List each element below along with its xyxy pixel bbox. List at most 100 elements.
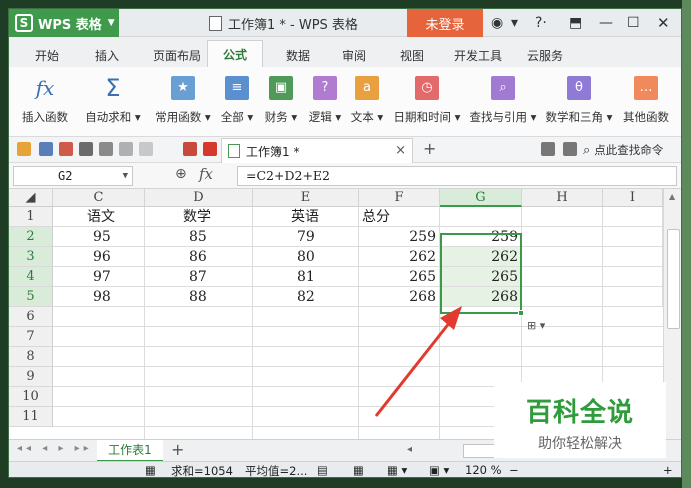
scroll-thumb[interactable]: [667, 229, 680, 329]
column-header-h[interactable]: H: [522, 189, 603, 207]
open-icon[interactable]: [17, 142, 31, 156]
row-header-8[interactable]: 8: [9, 347, 53, 367]
column-header-e[interactable]: E: [253, 189, 359, 207]
cell-i1[interactable]: [603, 207, 663, 227]
undo-icon[interactable]: [119, 142, 133, 156]
row-header-6[interactable]: 6: [9, 307, 53, 327]
cell-e3[interactable]: 80: [253, 247, 359, 267]
column-header-c[interactable]: C: [53, 189, 145, 207]
normal-view-icon[interactable]: ▤: [317, 463, 328, 477]
skin-icon[interactable]: ◉: [491, 14, 503, 32]
row-header-1[interactable]: 1: [9, 207, 53, 227]
cell-e1[interactable]: 英语: [253, 207, 359, 227]
row-header-7[interactable]: 7: [9, 327, 53, 347]
wps-w-icon[interactable]: [203, 142, 217, 156]
zoom-out-button[interactable]: −: [509, 463, 519, 477]
financial-button[interactable]: ▣ 财务 ▾: [261, 73, 301, 133]
text-functions-button[interactable]: a 文本 ▾: [347, 73, 387, 133]
cell-c1[interactable]: 语文: [53, 207, 145, 227]
tab-insert[interactable]: 插入: [85, 43, 129, 67]
restore-icon[interactable]: ⬒: [569, 14, 582, 32]
settings-icon[interactable]: [541, 142, 555, 156]
row-header-11[interactable]: 11: [9, 407, 53, 427]
document-tab[interactable]: 工作簿1 * ×: [221, 138, 413, 163]
format-painter-icon[interactable]: [183, 142, 197, 156]
logical-button[interactable]: ? 逻辑 ▾: [305, 73, 345, 133]
zoom-in-button[interactable]: +: [663, 463, 673, 477]
fx-icon[interactable]: fx: [199, 165, 213, 183]
cell-i3[interactable]: [603, 247, 663, 267]
shirt-icon[interactable]: ▾: [511, 14, 518, 32]
select-all-corner[interactable]: ◢: [9, 189, 53, 207]
column-header-i[interactable]: I: [603, 189, 663, 207]
cell-h1[interactable]: [522, 207, 603, 227]
help-icon[interactable]: ?·: [535, 14, 547, 32]
cell-h4[interactable]: [522, 267, 603, 287]
cell-c3[interactable]: 96: [53, 247, 145, 267]
close-tab-icon[interactable]: ×: [395, 143, 406, 158]
cell-f3[interactable]: 262: [359, 247, 440, 267]
add-sheet-button[interactable]: +: [171, 440, 184, 459]
eye-protection-icon[interactable]: ▣ ▾: [429, 463, 449, 477]
date-time-button[interactable]: ◷ 日期和时间 ▾: [391, 73, 463, 133]
app-menu-button[interactable]: S WPS 表格 ▼: [9, 9, 119, 37]
cell-h3[interactable]: [522, 247, 603, 267]
autosum-button[interactable]: Σ 自动求和 ▾: [81, 73, 145, 133]
cell-d5[interactable]: 88: [145, 287, 253, 307]
cell-i2[interactable]: [603, 227, 663, 247]
sheet-tab-1[interactable]: 工作表1: [97, 440, 163, 462]
minimize-icon[interactable]: —: [599, 14, 613, 32]
tab-view[interactable]: 视图: [387, 43, 437, 67]
cell-d1[interactable]: 数学: [145, 207, 253, 227]
zoom-search-icon[interactable]: ⊕: [175, 166, 187, 182]
formula-input[interactable]: =C2+D2+E2: [237, 166, 677, 186]
row-header-10[interactable]: 10: [9, 387, 53, 407]
save-icon[interactable]: [39, 142, 53, 156]
print-icon[interactable]: [79, 142, 93, 156]
page-break-view-icon[interactable]: ▦: [353, 463, 364, 477]
cell-c5[interactable]: 98: [53, 287, 145, 307]
cell-h5[interactable]: [522, 287, 603, 307]
cell-e2[interactable]: 79: [253, 227, 359, 247]
close-icon[interactable]: ✕: [657, 14, 670, 32]
tab-home[interactable]: 开始: [25, 43, 69, 67]
row-header-3[interactable]: 3: [9, 247, 53, 267]
cell-e5[interactable]: 82: [253, 287, 359, 307]
tab-page-layout[interactable]: 页面布局: [139, 43, 215, 67]
row-header-4[interactable]: 4: [9, 267, 53, 287]
row-header-5[interactable]: 5: [9, 287, 53, 307]
preview-icon[interactable]: [99, 142, 113, 156]
cell-f5[interactable]: 268: [359, 287, 440, 307]
share-icon[interactable]: [563, 142, 577, 156]
tab-data[interactable]: 数据: [273, 43, 323, 67]
tab-review[interactable]: 审阅: [329, 43, 379, 67]
column-header-f[interactable]: F: [359, 189, 440, 207]
auto-fill-options-icon[interactable]: ⊞ ▾: [527, 319, 557, 335]
cell-d4[interactable]: 87: [145, 267, 253, 287]
column-header-d[interactable]: D: [145, 189, 253, 207]
tab-developer[interactable]: 开发工具: [445, 43, 511, 67]
redo-icon[interactable]: [139, 142, 153, 156]
tab-formulas[interactable]: 公式: [207, 40, 263, 67]
scroll-up-icon[interactable]: ▲: [669, 192, 675, 201]
cell-f4[interactable]: 265: [359, 267, 440, 287]
pdf-icon[interactable]: [59, 142, 73, 156]
row-header-2[interactable]: 2: [9, 227, 53, 247]
maximize-icon[interactable]: ☐: [627, 14, 640, 32]
insert-function-button[interactable]: fx 插入函数: [19, 73, 71, 133]
math-trig-button[interactable]: θ 数学和三角 ▾: [543, 73, 615, 133]
add-tab-button[interactable]: +: [423, 139, 436, 158]
cell-d2[interactable]: 85: [145, 227, 253, 247]
other-functions-button[interactable]: … 其他函数: [617, 73, 675, 133]
lookup-reference-button[interactable]: ⌕ 查找与引用 ▾: [467, 73, 539, 133]
hscroll-left-icon[interactable]: ◂: [407, 444, 412, 455]
column-header-g[interactable]: G: [440, 189, 522, 207]
cell-i5[interactable]: [603, 287, 663, 307]
name-box[interactable]: G2 ▼: [13, 166, 133, 186]
cell-d3[interactable]: 86: [145, 247, 253, 267]
fill-handle[interactable]: [518, 310, 524, 316]
cell-h2[interactable]: [522, 227, 603, 247]
find-command-search[interactable]: ⌕ 点此查找命令: [583, 137, 663, 163]
reading-mode-icon[interactable]: ▦ ▾: [387, 463, 407, 477]
cell-f1[interactable]: 总分: [359, 207, 440, 227]
